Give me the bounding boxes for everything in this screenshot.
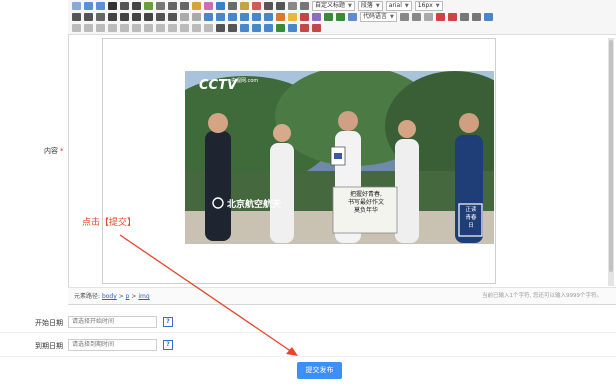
annotation-arrow [119,234,298,356]
arrow-head [286,347,298,356]
arrow-line [119,234,293,353]
